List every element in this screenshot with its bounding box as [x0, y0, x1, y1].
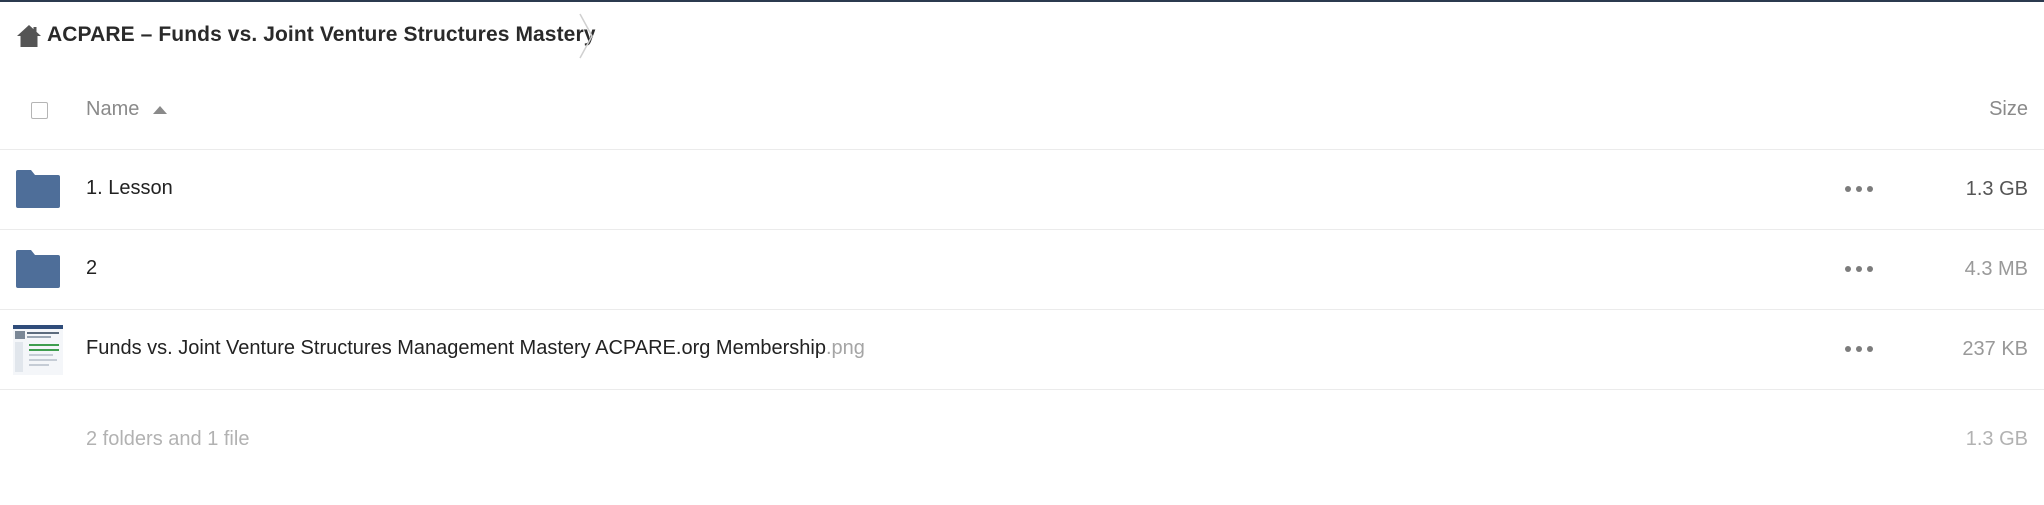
folder-icon [16, 170, 60, 208]
more-dot-icon [1867, 266, 1873, 272]
top-border [0, 0, 2044, 2]
home-icon[interactable] [16, 24, 42, 48]
folder-icon [16, 250, 60, 288]
more-dot-icon [1856, 186, 1862, 192]
file-name[interactable]: Funds vs. Joint Venture Structures Manag… [86, 337, 865, 360]
more-dot-icon [1845, 186, 1851, 192]
column-header-size[interactable]: Size [1989, 98, 2028, 121]
more-dot-icon [1845, 346, 1851, 352]
file-name[interactable]: 1. Lesson [86, 177, 173, 200]
more-actions-button[interactable] [1845, 180, 1873, 198]
more-actions-button[interactable] [1845, 260, 1873, 278]
more-dot-icon [1856, 346, 1862, 352]
file-size: 4.3 MB [1964, 258, 2028, 280]
summary-total-size: 1.3 GB [1965, 428, 2028, 450]
file-name-base: Funds vs. Joint Venture Structures Manag… [86, 337, 826, 359]
file-row[interactable]: 1. Lesson 1.3 GB [0, 150, 2044, 230]
more-dot-icon [1867, 186, 1873, 192]
image-thumbnail-icon [13, 325, 63, 375]
more-dot-icon [1856, 266, 1862, 272]
file-row[interactable]: Funds vs. Joint Venture Structures Manag… [0, 310, 2044, 390]
file-name-base: 1. Lesson [86, 177, 173, 199]
file-size: 237 KB [1962, 338, 2028, 360]
file-list-summary: 2 folders and 1 file 1.3 GB [0, 390, 2044, 490]
file-row[interactable]: 2 4.3 MB [0, 230, 2044, 310]
select-all-checkbox[interactable] [31, 102, 48, 119]
more-actions-button[interactable] [1845, 340, 1873, 358]
column-header-name[interactable]: Name [86, 98, 168, 121]
file-list-header: Name Size [0, 72, 2044, 150]
file-extension: .png [825, 337, 865, 359]
breadcrumb-current-folder[interactable]: ACPARE – Funds vs. Joint Venture Structu… [47, 23, 596, 47]
file-name-base: 2 [86, 257, 98, 279]
more-dot-icon [1845, 266, 1851, 272]
file-name[interactable]: 2 [86, 257, 97, 280]
breadcrumb-separator-icon [579, 13, 593, 59]
summary-count: 2 folders and 1 file [86, 428, 250, 450]
more-dot-icon [1867, 346, 1873, 352]
column-header-name-label: Name [86, 98, 140, 120]
file-size: 1.3 GB [1965, 178, 2028, 200]
sort-ascending-icon [153, 105, 168, 114]
